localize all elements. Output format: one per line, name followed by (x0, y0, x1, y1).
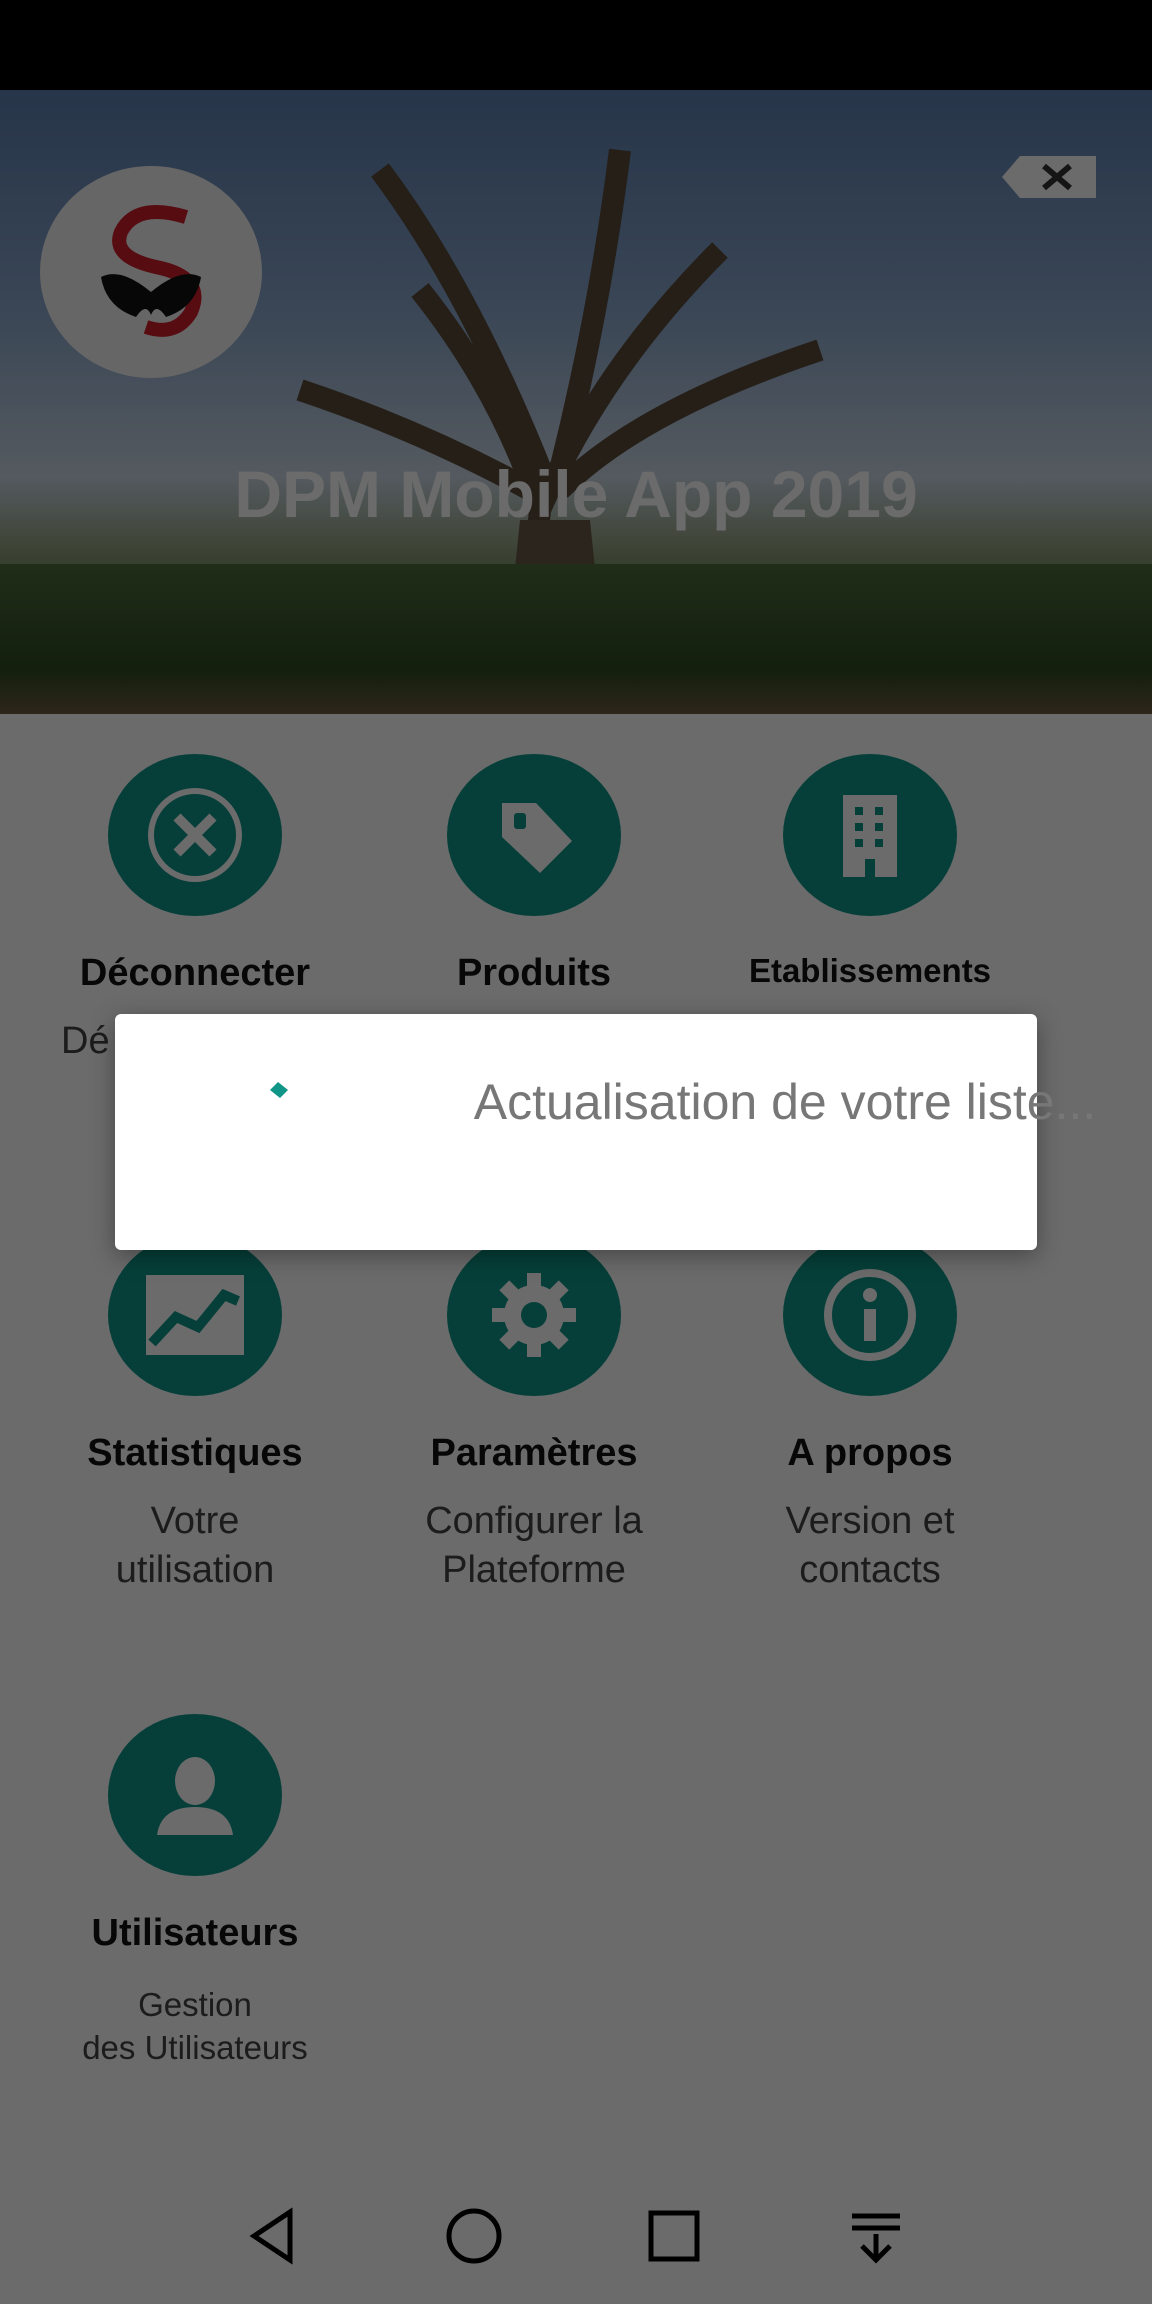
menu-item-title: Statistiques (87, 1432, 303, 1474)
menu-item-title: Paramètres (430, 1432, 638, 1474)
building-icon (783, 754, 957, 916)
user-icon (108, 1714, 282, 1876)
recents-square-icon[interactable] (642, 2204, 706, 2268)
progress-message: Actualisation de votre liste... (473, 1074, 1097, 1130)
menu-item-etablissements[interactable]: Etablissements (700, 754, 1040, 990)
menu-item-subtitle: Votre utilisation (115, 1500, 275, 1591)
menu-item-a-propos[interactable]: A propos Version et contacts (700, 1234, 1040, 1595)
progress-dialog: Actualisation de votre liste... (115, 1014, 1096, 1250)
info-icon (783, 1234, 957, 1396)
home-circle-icon[interactable] (442, 2204, 506, 2268)
menu-item-title: Produits (456, 952, 612, 994)
menu-item-statistiques[interactable]: Statistiques Votre utilisation (25, 1234, 365, 1595)
menu-item-subtitle: Configurer la Plateforme (425, 1500, 643, 1591)
header-banner: DPM Mobile App 2019 (0, 90, 1152, 714)
menu-item-subtitle: Gestion des Utilisateurs (82, 1986, 308, 2066)
menu-item-produits[interactable]: Produits (364, 754, 704, 995)
close-icon[interactable] (1000, 154, 1100, 200)
menu-item-parametres[interactable]: Paramètres Configurer la Plateforme (364, 1234, 704, 1595)
landscape-ground (0, 564, 1152, 714)
menu-item-subtitle: Version et contacts (785, 1500, 955, 1591)
gear-icon (447, 1234, 621, 1396)
menu-item-title: Etablissements (748, 952, 992, 989)
status-bar (0, 0, 1152, 90)
page-title: DPM Mobile App 2019 (234, 457, 918, 531)
system-nav-bar (0, 2154, 1152, 2304)
loading-spinner-icon (270, 1082, 288, 1098)
chart-icon (108, 1234, 282, 1396)
snake-s-logo-icon (101, 205, 202, 337)
app-logo (40, 166, 262, 378)
menu-item-title: Déconnecter (79, 952, 311, 994)
menu-item-title: Utilisateurs (91, 1912, 299, 1954)
back-triangle-icon[interactable] (240, 2204, 304, 2268)
tag-icon (447, 754, 621, 916)
pull-down-icon[interactable] (844, 2204, 908, 2268)
main-menu: Déconnecter Dé Produits Etablissements S… (0, 714, 1152, 2154)
close-circle-icon (108, 754, 282, 916)
menu-item-utilisateurs[interactable]: Utilisateurs Gestion des Utilisateurs (25, 1714, 365, 2069)
menu-item-title: A propos (787, 1432, 953, 1474)
